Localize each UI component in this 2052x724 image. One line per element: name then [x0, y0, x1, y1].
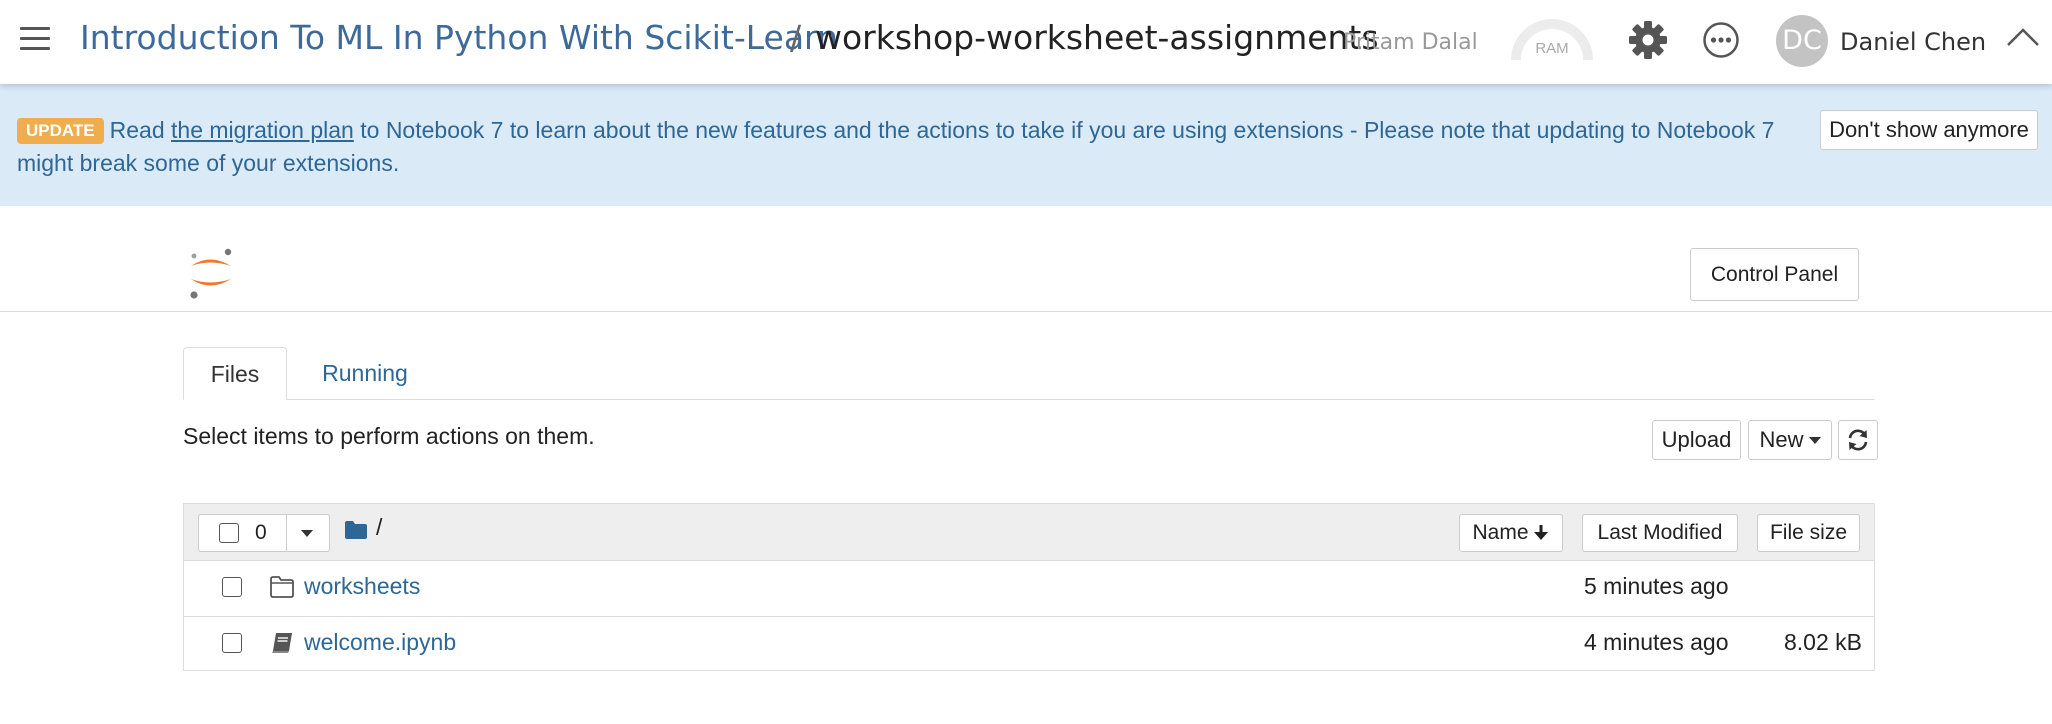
project-title-link[interactable]: Introduction To ML In Python With Scikit… [80, 18, 838, 57]
selected-count: 0 [255, 521, 267, 544]
refresh-icon [1848, 429, 1868, 451]
row-checkbox[interactable] [222, 577, 242, 597]
file-list-header: 0 / Name Last Modified File size [184, 504, 1874, 561]
refresh-button[interactable] [1838, 420, 1878, 460]
select-divider [286, 515, 287, 551]
chevron-up-icon[interactable] [2005, 24, 2041, 50]
user-name[interactable]: Daniel Chen [1840, 28, 1986, 56]
tabs-divider [183, 399, 1875, 400]
list-item[interactable]: welcome.ipynb 4 minutes ago 8.02 kB [184, 617, 1874, 672]
item-size: 8.02 kB [1784, 629, 1862, 655]
select-all-group: 0 [198, 514, 330, 552]
banner-message: UPDATE Read the migration plan to Noteboo… [17, 114, 1817, 180]
notebook-icon [269, 631, 295, 655]
tab-files[interactable]: Files [183, 347, 287, 400]
select-menu-caret-icon[interactable] [301, 530, 313, 537]
item-name-link[interactable]: worksheets [304, 573, 420, 600]
sort-by-name-button[interactable]: Name [1459, 514, 1563, 552]
sort-by-modified-button[interactable]: Last Modified [1582, 514, 1738, 552]
dont-show-anymore-button[interactable]: Don't show anymore [1820, 110, 2038, 150]
new-dropdown-button[interactable]: New [1748, 420, 1832, 460]
select-all-checkbox[interactable] [219, 523, 239, 543]
gear-icon[interactable] [1628, 20, 1668, 60]
folder-icon[interactable] [344, 520, 368, 540]
jupyter-logo[interactable] [186, 244, 236, 302]
repository-title: workshop-worksheet-assignments [815, 18, 1379, 57]
owner-name: Pritam Dalal [1343, 30, 1478, 55]
ram-gauge-icon: RAM [1510, 16, 1594, 64]
new-label: New [1759, 427, 1804, 452]
caret-down-icon [1808, 437, 1821, 444]
upload-button[interactable]: Upload [1652, 420, 1741, 460]
file-list: 0 / Name Last Modified File size workshe… [183, 503, 1875, 671]
banner-text-before: Read [109, 117, 165, 143]
header-divider [0, 311, 2052, 312]
selection-hint: Select items to perform actions on them. [183, 423, 595, 449]
item-modified: 5 minutes ago [1584, 573, 1729, 599]
item-modified: 4 minutes ago [1584, 629, 1729, 655]
avatar[interactable]: DC [1776, 15, 1828, 67]
update-badge: UPDATE [17, 118, 104, 144]
migration-plan-link[interactable]: the migration plan [171, 117, 354, 143]
row-checkbox[interactable] [222, 633, 242, 653]
ram-label: RAM [1535, 40, 1569, 57]
folder-icon [269, 575, 295, 599]
name-column-label: Name [1472, 521, 1529, 544]
top-bar: Introduction To ML In Python With Scikit… [0, 0, 2052, 84]
tab-running[interactable]: Running [300, 347, 430, 400]
menu-icon[interactable] [20, 27, 50, 51]
update-banner: UPDATE Read the migration plan to Noteboo… [0, 84, 2052, 206]
breadcrumb-separator: / [790, 18, 802, 57]
sort-by-size-button[interactable]: File size [1757, 514, 1860, 552]
control-panel-button[interactable]: Control Panel [1690, 248, 1859, 301]
arrow-down-icon [1533, 525, 1548, 540]
item-name-link[interactable]: welcome.ipynb [304, 629, 456, 656]
more-icon[interactable] [1702, 21, 1740, 59]
current-path[interactable]: / [376, 514, 382, 541]
list-item[interactable]: worksheets 5 minutes ago [184, 561, 1874, 617]
